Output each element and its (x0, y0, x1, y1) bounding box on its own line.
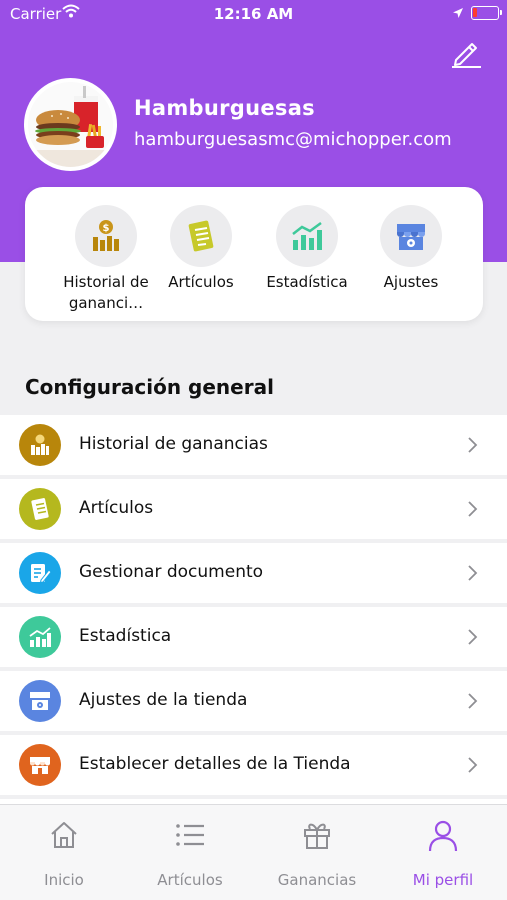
statistics-icon (276, 205, 338, 267)
list-item-store-settings[interactable]: Ajustes de la tienda (0, 671, 507, 731)
status-bar: Carrier 12:16 AM (0, 0, 507, 30)
list-item-statistics[interactable]: Estadística (0, 607, 507, 667)
user-icon (380, 819, 506, 853)
list-item-manage-document[interactable]: Gestionar documento (0, 543, 507, 603)
articles-icon (19, 488, 61, 530)
avatar[interactable] (24, 78, 117, 171)
earnings-history-icon: $ (75, 205, 137, 267)
svg-text:$: $ (103, 223, 110, 234)
status-time: 12:16 AM (213, 5, 294, 23)
tab-label: Mi perfil (412, 871, 474, 889)
articles-icon (170, 205, 232, 267)
chevron-right-icon (466, 564, 478, 586)
shortcuts-card: $ Historial de gananci… Artículos Estadí… (25, 187, 483, 321)
chevron-right-icon (466, 692, 478, 714)
list-item-label: Ajustes de la tienda (79, 690, 248, 710)
tab-articles[interactable]: Artículos (127, 805, 253, 900)
list-item-label: Estadística (79, 626, 172, 646)
document-edit-icon (19, 552, 61, 594)
list-icon (127, 819, 253, 851)
tab-label: Inicio (44, 871, 84, 889)
shortcut-earnings-history[interactable]: $ Historial de gananci… (47, 187, 165, 321)
burger-meal-photo (28, 82, 113, 167)
list-item-articles[interactable]: Artículos (0, 479, 507, 539)
store-settings-icon (19, 680, 61, 722)
list-item-earnings-history[interactable]: Historial de ganancias (0, 415, 507, 475)
tab-label: Ganancias (277, 871, 357, 889)
statistics-icon (19, 616, 61, 658)
list-item-store-details[interactable]: Establecer detalles de la Tienda (0, 735, 507, 795)
earnings-history-icon (19, 424, 61, 466)
list-item-label: Gestionar documento (79, 562, 264, 582)
tab-bar: Inicio Artículos Ganancias Mi perfil (0, 804, 507, 900)
battery-icon (471, 6, 502, 20)
edit-profile-button[interactable] (448, 36, 484, 70)
shortcut-label: Historial de gananci… (63, 273, 149, 312)
location-arrow-icon (452, 5, 464, 23)
pencil-icon (452, 43, 481, 68)
battery-level (473, 8, 477, 17)
store-settings-icon (380, 205, 442, 267)
shortcut-label: Artículos (168, 273, 234, 291)
shortcut-label: Ajustes (383, 273, 439, 291)
list-item-label: Establecer detalles de la Tienda (79, 754, 351, 774)
store-details-icon (19, 744, 61, 786)
shortcut-store-settings[interactable]: Ajustes (368, 187, 454, 321)
tab-label: Artículos (157, 871, 223, 889)
section-title: Configuración general (25, 375, 274, 399)
list-item-label: Historial de ganancias (79, 434, 268, 454)
shortcut-label: Estadística (266, 273, 348, 291)
chevron-right-icon (466, 500, 478, 522)
home-icon (1, 819, 127, 851)
chevron-right-icon (466, 628, 478, 650)
tab-home[interactable]: Inicio (1, 805, 127, 900)
shortcut-statistics[interactable]: Estadística (257, 187, 357, 321)
gift-icon (254, 819, 380, 851)
shortcut-articles[interactable]: Artículos (155, 187, 247, 321)
profile-email: hamburguesasmc@michopper.com (134, 129, 452, 150)
chevron-right-icon (466, 756, 478, 778)
list-item-label: Artículos (79, 498, 154, 518)
tab-my-profile[interactable]: Mi perfil (380, 805, 506, 900)
tab-earnings[interactable]: Ganancias (254, 805, 380, 900)
profile-name: Hamburguesas (134, 96, 315, 120)
chevron-right-icon (466, 436, 478, 458)
